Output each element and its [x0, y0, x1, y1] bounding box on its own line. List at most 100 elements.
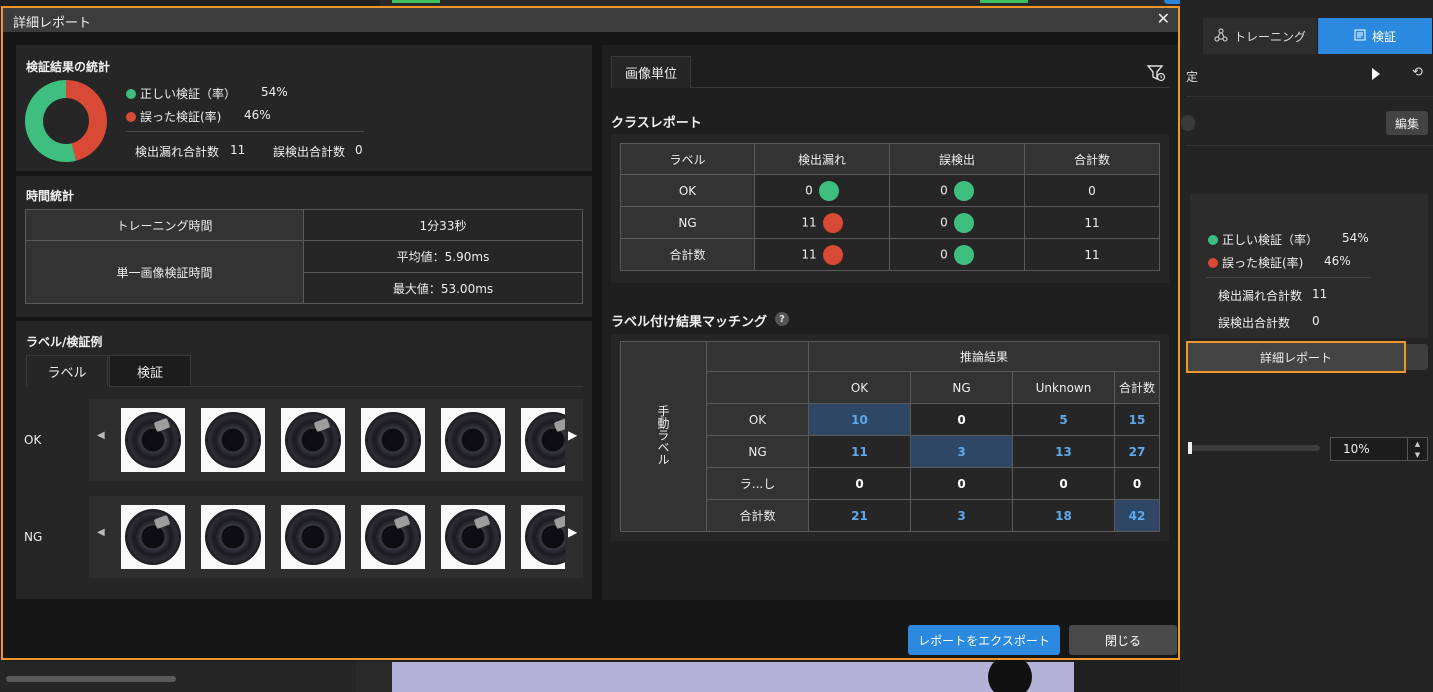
row-label: OK [620, 174, 755, 207]
matrix-cell[interactable]: 0 [1114, 467, 1160, 500]
lens-image [445, 509, 501, 565]
wrong-label: 誤った検証(率) [140, 110, 222, 124]
thumbnail[interactable] [521, 505, 565, 569]
chevron-right-icon[interactable]: ▶ [568, 428, 577, 442]
filter-icon[interactable] [1146, 63, 1166, 86]
status-dot-icon [953, 244, 974, 265]
lens-image [285, 509, 341, 565]
matrix-cell[interactable]: 11 [808, 435, 911, 468]
matrix-cell[interactable]: 0 [808, 467, 911, 500]
false-value: 0 [940, 183, 948, 197]
status-bar-green [980, 0, 1028, 3]
matrix-cell[interactable]: 21 [808, 499, 911, 532]
scrollbar[interactable] [6, 676, 176, 682]
unit-tabs: 画像単位 [611, 56, 691, 88]
thumbnail[interactable] [441, 408, 505, 472]
spin-arrows[interactable]: ▲ ▼ [1407, 438, 1427, 460]
class-report-table: ラベル 検出漏れ 誤検出 合計数 OK 0 0 0 NG 11 0 11 合計数… [620, 143, 1160, 271]
export-report-button[interactable]: レポートをエクスポート [908, 625, 1060, 655]
total-value: 0 [1024, 174, 1160, 207]
corner-cell [706, 371, 809, 404]
status-dot-icon [953, 180, 974, 201]
dialog-titlebar: 詳細レポート ✕ [3, 8, 1178, 32]
divider [191, 386, 583, 387]
table-row: OK 0 0 0 [620, 174, 1160, 207]
matrix-cell[interactable]: 15 [1114, 403, 1160, 436]
thumbnail[interactable] [361, 505, 425, 569]
play-icon[interactable] [1372, 68, 1380, 80]
matrix-cell[interactable]: 0 [1012, 467, 1115, 500]
chevron-down-icon[interactable]: ▼ [1415, 451, 1420, 459]
matrix-cell[interactable]: 10 [808, 403, 911, 436]
time-stats-panel: 時間統計 トレーニング時間 1分33秒 単一画像検証時間 平均値：5.90ms … [16, 176, 592, 317]
thumbnail[interactable] [281, 505, 345, 569]
table-row: 合計数 11 0 11 [620, 238, 1160, 271]
thumbnail[interactable] [441, 505, 505, 569]
matrix-cell[interactable]: 0 [910, 467, 1013, 500]
thumbnail[interactable] [201, 505, 265, 569]
module-tabs: トレーニング 検証 [1203, 18, 1433, 54]
matrix-cell[interactable]: 42 [1114, 499, 1160, 532]
threshold-input[interactable]: 10% ▲ ▼ [1330, 437, 1428, 461]
tab-image-unit[interactable]: 画像単位 [611, 56, 691, 88]
chevron-left-icon[interactable]: ◀ [97, 430, 105, 441]
correct-label: 正しい検証（率） [1222, 233, 1319, 247]
thumbnail[interactable] [121, 408, 185, 472]
header-missed: 検出漏れ [754, 143, 890, 175]
matching-title: ラベル付け結果マッチング [611, 315, 768, 330]
edit-button[interactable]: 編集 [1386, 111, 1428, 135]
status-dot-icon [818, 180, 839, 201]
thumbnail[interactable] [361, 408, 425, 472]
image-canvas [392, 662, 1074, 692]
inference-header: 推論結果 [808, 341, 1160, 372]
detail-report-button[interactable]: 詳細レポート [1186, 341, 1406, 373]
canvas-edge [356, 662, 392, 692]
matrix-cell[interactable]: 13 [1012, 435, 1115, 468]
thumbnail[interactable] [121, 505, 185, 569]
matrix-cell[interactable]: 3 [910, 499, 1013, 532]
canvas-tool-button[interactable] [988, 655, 1032, 692]
threshold-value: 10% [1343, 442, 1370, 456]
row-label: NG [620, 206, 755, 239]
table-row: NG 11 0 11 [620, 206, 1160, 239]
detail-report-button-tail [1406, 344, 1428, 370]
tab-validation-label: 検証 [1371, 29, 1396, 44]
status-dot-icon [953, 212, 974, 233]
close-icon[interactable]: ✕ [1157, 9, 1170, 28]
chevron-left-icon[interactable]: ◀ [97, 527, 105, 538]
matrix-cell[interactable]: 5 [1012, 403, 1115, 436]
thumbnail[interactable] [201, 408, 265, 472]
matrix-cell[interactable]: 3 [910, 435, 1013, 468]
total-value: 11 [1024, 238, 1160, 271]
dialog-title: 詳細レポート [13, 16, 92, 31]
matrix-cell[interactable]: 27 [1114, 435, 1160, 468]
help-icon[interactable]: ? [775, 312, 789, 326]
history-icon[interactable]: ⟲ [1412, 65, 1423, 80]
status-bar-green [392, 0, 440, 3]
thumbnail[interactable] [281, 408, 345, 472]
toggle-switch[interactable] [1181, 115, 1195, 131]
thumbnail-strip-ok: ◀ ▶ [89, 399, 583, 481]
close-button[interactable]: 閉じる [1069, 625, 1177, 655]
missed-value: 11 [1312, 287, 1328, 301]
matrix-cell[interactable]: 18 [1012, 499, 1115, 532]
chevron-up-icon[interactable]: ▲ [1415, 440, 1420, 448]
slider-handle[interactable] [1188, 442, 1192, 454]
thumbnail[interactable] [521, 408, 565, 472]
chevron-right-icon[interactable]: ▶ [568, 525, 577, 539]
row-label: OK [706, 403, 809, 436]
examples-tabs: ラベル 検証 [26, 355, 191, 387]
max-time: 最大値：53.00ms [303, 272, 583, 304]
tab-validation[interactable]: 検証 [109, 355, 191, 387]
tab-training[interactable]: トレーニング [1203, 18, 1318, 54]
false-value: 0 [1312, 314, 1320, 328]
tab-validation[interactable]: 検証 [1318, 18, 1433, 54]
legend-correct: 正しい検証（率） [126, 85, 236, 102]
tab-label[interactable]: ラベル [26, 355, 108, 387]
column-header: Unknown [1012, 371, 1115, 404]
row-label-ng: NG [24, 530, 43, 544]
threshold-slider[interactable] [1188, 442, 1320, 454]
lens-image [525, 412, 565, 468]
matrix-cell[interactable]: 0 [910, 403, 1013, 436]
missed-value: 11 [801, 247, 817, 261]
